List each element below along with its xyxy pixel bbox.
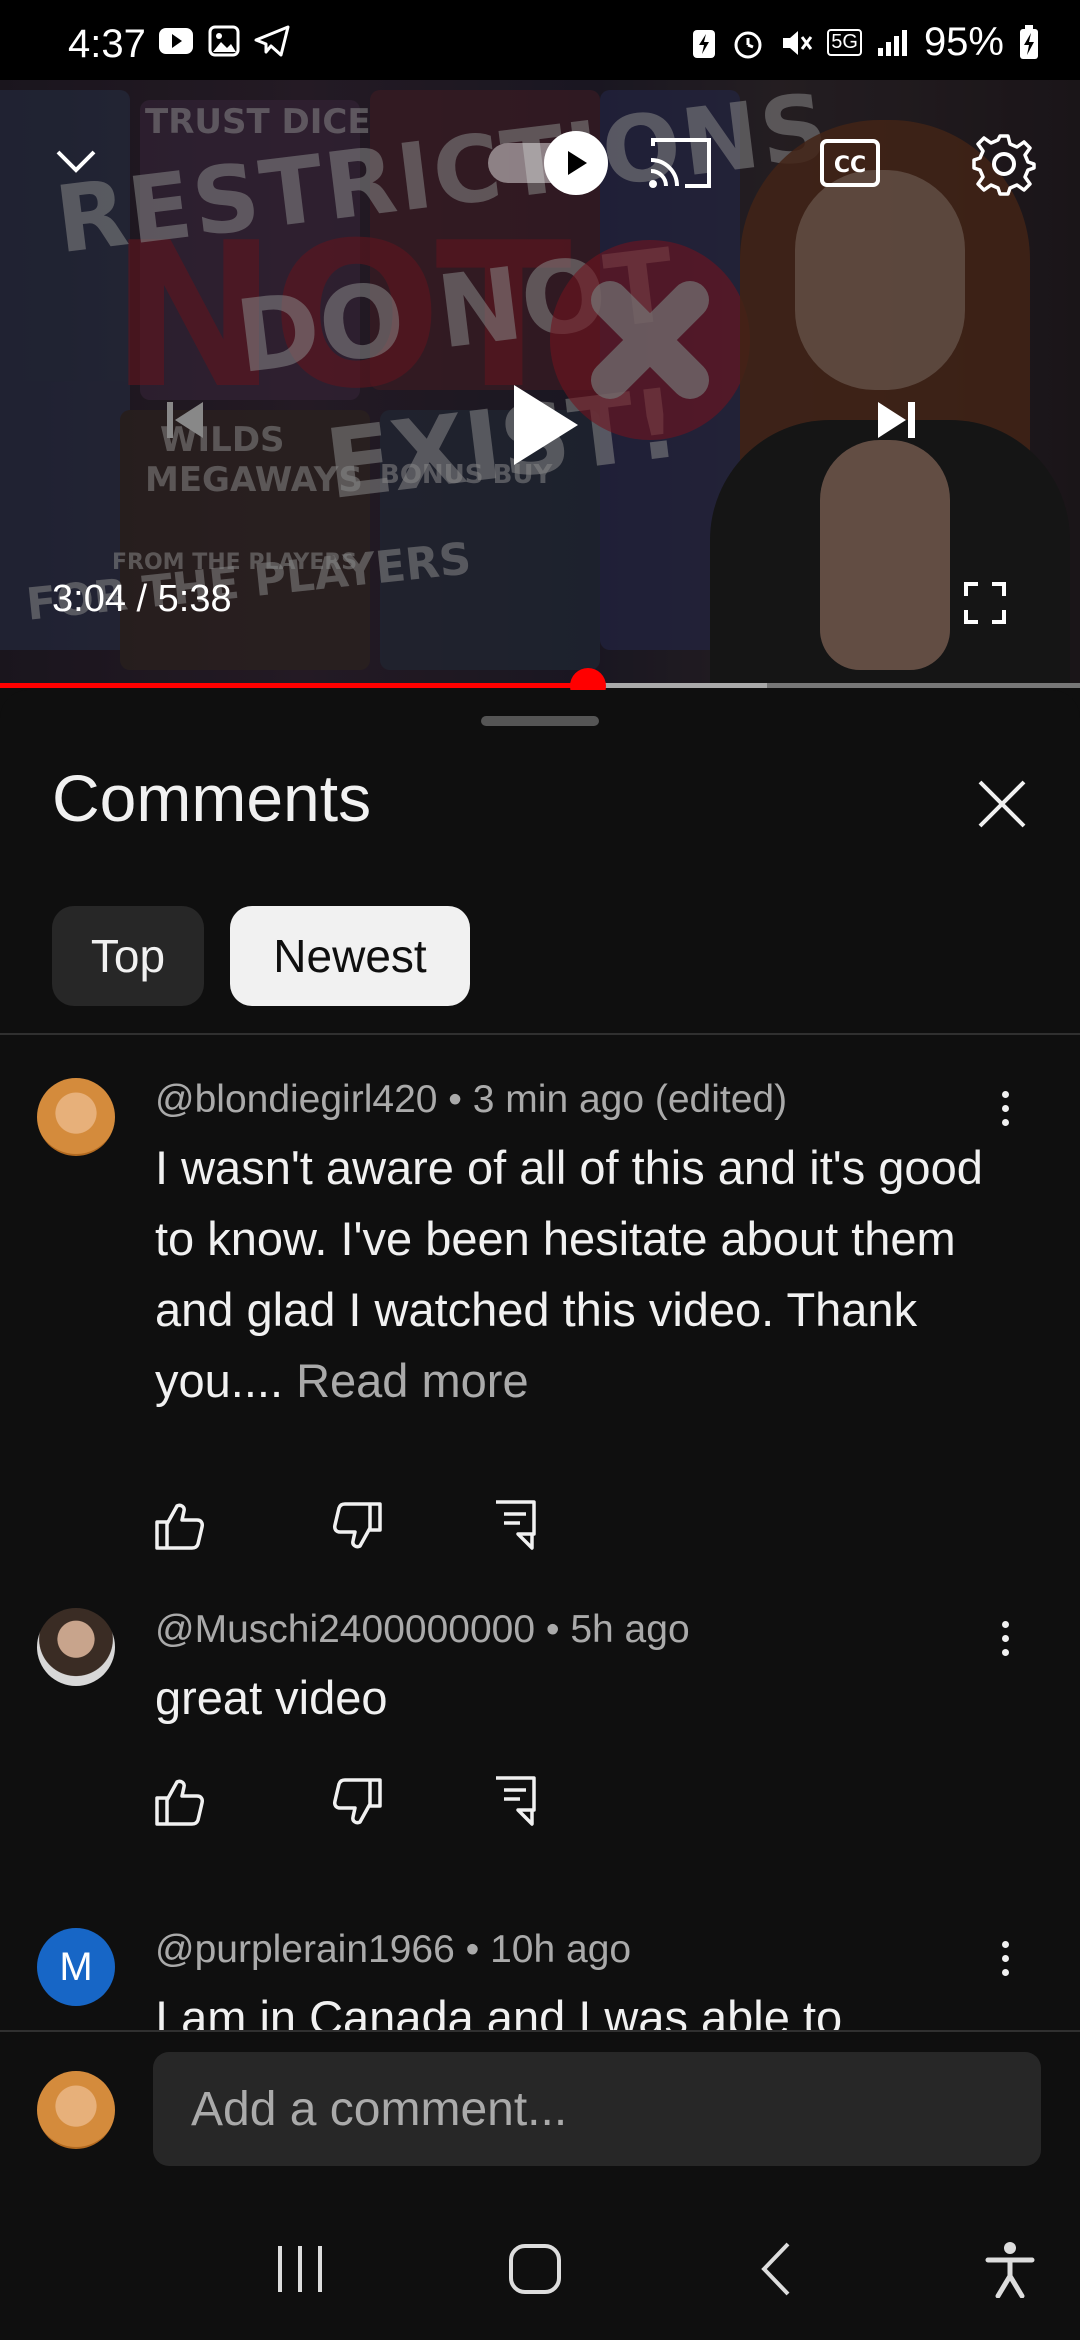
like-button[interactable] — [151, 1498, 207, 1554]
video-player[interactable]: NOT TRUST DICE RESTRICTIONS DO NOT EXIST… — [0, 80, 1080, 684]
tab-top[interactable]: Top — [52, 906, 204, 1006]
reply-icon — [496, 1500, 536, 1550]
status-right: 5G 95% — [691, 20, 1040, 65]
chevron-down-icon — [56, 150, 96, 173]
add-comment-input[interactable] — [153, 2052, 1041, 2166]
comments-title: Comments — [52, 761, 372, 835]
read-more-link[interactable]: Read more — [296, 1354, 529, 1407]
home-button[interactable] — [505, 2238, 575, 2308]
accessibility-icon — [985, 2242, 1035, 2299]
comment-meta[interactable]: @purplerain1966 • 10h ago — [155, 1928, 631, 1972]
thumbs-up-icon — [155, 1779, 204, 1826]
close-icon — [978, 780, 1026, 828]
fullscreen-icon — [964, 582, 1006, 624]
comments-list[interactable]: @blondiegirl420 • 3 min ago (edited) I w… — [0, 1033, 1080, 2030]
cast-button[interactable] — [640, 128, 720, 198]
status-time: 4:37 — [68, 22, 146, 66]
minimize-button[interactable] — [44, 130, 108, 194]
drag-handle[interactable] — [481, 716, 599, 726]
captions-button[interactable]: CC — [810, 128, 890, 198]
autoplay-track — [488, 131, 608, 195]
thumbs-down-icon — [333, 1778, 382, 1825]
back-icon — [761, 2242, 790, 2296]
comment-meta[interactable]: @blondiegirl420 • 3 min ago (edited) — [155, 1078, 787, 1122]
network-type: 5G — [827, 29, 862, 56]
thumbs-down-icon — [333, 1502, 382, 1549]
more-options-button[interactable] — [975, 1608, 1035, 1668]
accessibility-button[interactable] — [980, 2238, 1040, 2308]
comment-text[interactable]: I am in Canada and I was able to — [155, 1982, 1015, 2030]
comment-text[interactable]: great video — [155, 1662, 1015, 1733]
more-options-button[interactable] — [975, 1928, 1035, 1988]
playback-time: 3:04 / 5:38 — [52, 578, 232, 620]
back-button[interactable] — [748, 2238, 808, 2308]
avatar[interactable]: M — [37, 1928, 115, 2006]
tab-newest[interactable]: Newest — [230, 906, 470, 1006]
svg-text:CC: CC — [834, 153, 866, 178]
recent-apps-button[interactable] — [270, 2238, 330, 2308]
play-icon — [514, 385, 578, 465]
more-options-button[interactable] — [975, 1078, 1035, 1138]
previous-button[interactable] — [150, 380, 220, 460]
gallery-notification-icon — [208, 25, 240, 57]
skip-next-icon — [878, 402, 915, 438]
telegram-notification-icon — [254, 25, 290, 57]
comment-meta[interactable]: @Muschi2400000000 • 5h ago — [155, 1608, 690, 1652]
reply-button[interactable] — [488, 1772, 544, 1828]
avatar[interactable] — [37, 1078, 115, 1156]
like-button[interactable] — [151, 1774, 207, 1830]
close-button[interactable] — [970, 772, 1034, 836]
battery-saver-icon — [693, 29, 716, 58]
gear-icon — [972, 134, 1036, 196]
recent-apps-icon — [278, 2246, 322, 2292]
reply-icon — [496, 1776, 536, 1826]
autoplay-toggle[interactable] — [468, 128, 618, 198]
thumbs-up-icon — [155, 1503, 204, 1550]
dislike-button[interactable] — [330, 1498, 386, 1554]
system-nav-bar — [0, 2200, 1080, 2340]
mute-icon — [783, 30, 813, 55]
dislike-button[interactable] — [330, 1774, 386, 1830]
cast-icon — [649, 138, 711, 188]
progress-played — [0, 683, 588, 688]
play-icon — [568, 151, 587, 175]
reply-button[interactable] — [488, 1496, 544, 1552]
home-icon — [509, 2244, 561, 2294]
fullscreen-button[interactable] — [950, 568, 1020, 638]
notification-icons — [158, 24, 290, 58]
avatar[interactable] — [37, 1608, 115, 1686]
closed-captions-icon: CC — [820, 139, 880, 187]
settings-button[interactable] — [962, 124, 1046, 204]
youtube-notification-icon — [159, 28, 193, 54]
status-bar: 4:37 5G 95% — [0, 0, 1080, 80]
autoplay-knob — [544, 131, 608, 195]
next-button[interactable] — [862, 380, 932, 460]
skip-previous-icon — [167, 402, 203, 438]
play-button[interactable] — [490, 370, 600, 480]
signal-icon — [877, 29, 907, 56]
comment-item: @blondiegirl420 • 3 min ago (edited) I w… — [0, 1078, 1080, 1558]
comment-item: M @purplerain1966 • 10h ago I am in Cana… — [0, 1928, 1080, 2030]
battery-percent: 95% — [923, 20, 1004, 64]
user-avatar — [37, 2071, 115, 2149]
comment-item: @Muschi2400000000 • 5h ago great video — [0, 1608, 1080, 1838]
comment-text[interactable]: I wasn't aware of all of this and it's g… — [155, 1132, 1015, 1416]
alarm-icon — [734, 31, 762, 58]
battery-icon — [1020, 24, 1038, 59]
